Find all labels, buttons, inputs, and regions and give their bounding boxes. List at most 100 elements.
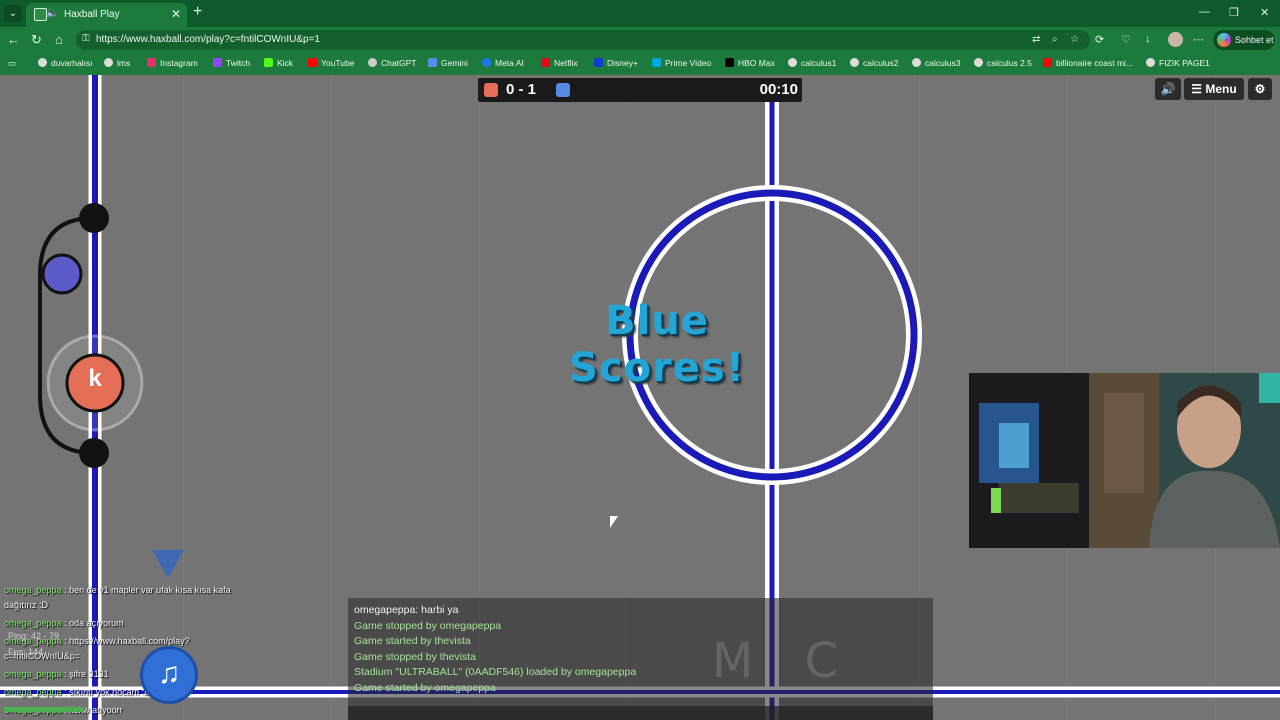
chat-message: Game stopped by thevista (354, 651, 476, 663)
bookmark-item[interactable]: FIZIK PAGE1 (1146, 58, 1210, 68)
chat-message: Game stopped by omegapeppa (354, 620, 502, 632)
menu-button[interactable]: ☰ Menu (1184, 78, 1244, 100)
hamburger-icon: ☰ (1191, 82, 1206, 96)
disney-plus-icon (594, 58, 603, 67)
player-avatar-letter: k (88, 365, 102, 392)
blue-player (41, 253, 83, 295)
blue-team-indicator (556, 83, 570, 97)
bookmark-item[interactable]: HBO Max (725, 58, 775, 68)
stream-chat-line: omega_peppa : ben de v1 mapler var ufak … (4, 585, 231, 595)
back-button[interactable]: ← (7, 32, 20, 47)
bookmark-item[interactable]: calculus3 (912, 58, 960, 68)
bookmark-item[interactable]: calculus1 (788, 58, 836, 68)
scoreboard: 0 - 1 00:10 (478, 78, 802, 102)
goal-announcement-line2: Scores! (569, 345, 745, 391)
profile-avatar[interactable] (1168, 32, 1183, 47)
goal-post (79, 438, 109, 468)
copilot-icon (1217, 33, 1231, 47)
globe-icon (1146, 58, 1155, 67)
bookmark-item[interactable]: ChatGPT (368, 58, 416, 68)
chat-message: Game started by omegapeppa (354, 682, 496, 694)
ping-readout: Ping: 42 - 79 (8, 631, 60, 641)
speaker-icon[interactable]: 🔈 (46, 8, 58, 19)
kick-icon (264, 58, 273, 67)
browser-essentials-icon[interactable]: ♡ (1121, 33, 1131, 46)
bookmark-item[interactable]: billionaire coast mi... (1043, 58, 1133, 68)
red-team-indicator (484, 83, 498, 97)
bookmarks-bar: ▭ duvarhalısı lms Instagram Twitch Kick … (0, 53, 1280, 75)
tab-list-button[interactable]: ⌄ (4, 5, 22, 22)
copilot-label: Sohbet et (1235, 35, 1274, 45)
netflix-icon (541, 58, 550, 67)
globe-icon (974, 58, 983, 67)
favorite-star-icon[interactable]: ☆ (1070, 34, 1079, 45)
bookmark-item[interactable]: duvarhalısı (38, 58, 93, 68)
webcam-overlay (969, 373, 1280, 548)
bookmark-item[interactable]: calculus2 (850, 58, 898, 68)
bookmark-item[interactable]: Instagram (147, 58, 198, 68)
meta-ai-icon (482, 58, 491, 67)
chat-input[interactable] (348, 706, 933, 720)
goal-post (79, 203, 109, 233)
hbo-max-icon (725, 58, 734, 67)
maximize-button[interactable]: ❐ (1229, 6, 1239, 19)
prime-video-icon (652, 58, 661, 67)
game-canvas[interactable]: k 0 - 1 00:10 🔊 ☰ Menu ⚙ Blue Scores! om… (0, 75, 1280, 720)
sidebar-toggle-icon[interactable]: ▭ (8, 58, 16, 69)
tab-title: Haxball Play (64, 9, 120, 20)
bookmark-item[interactable]: Disney+ (594, 58, 638, 68)
address-bar[interactable]: ⚿ https://www.haxball.com/play?c=fntilCO… (76, 30, 1090, 50)
youtube-icon (1043, 58, 1052, 67)
goal-announcement-line1: Blue (605, 298, 709, 344)
bookmark-item[interactable]: lms (104, 58, 130, 68)
close-window-button[interactable]: ✕ (1260, 6, 1269, 19)
direction-marker-icon (152, 550, 184, 578)
bookmark-item[interactable]: Kick (264, 58, 293, 68)
minimize-button[interactable]: — (1199, 6, 1210, 18)
tab-haxball[interactable]: 🔈 Haxball Play ✕ (26, 3, 187, 27)
globe-icon (850, 58, 859, 67)
bookmark-item[interactable]: Netflix (541, 58, 578, 68)
mouse-cursor-icon (610, 516, 618, 528)
stream-chat-line: omega_peppa : şifre 3131 (4, 669, 109, 679)
copilot-button[interactable]: Sohbet et (1213, 30, 1275, 50)
chat-message: omegapeppa: harbi ya (354, 604, 459, 616)
goal-announcement: Blue Scores! (552, 298, 762, 392)
globe-icon (104, 58, 113, 67)
bookmark-item[interactable]: Twitch (213, 58, 250, 68)
zoom-icon[interactable]: ⌕ (1052, 34, 1058, 45)
gemini-icon (428, 58, 437, 67)
bookmark-item[interactable]: calculus 2.5 (974, 58, 1032, 68)
translate-icon[interactable]: ⇄ (1032, 34, 1040, 45)
tab-bar: ⌄ 🔈 Haxball Play ✕ + — ❐ ✕ (0, 0, 1280, 27)
instagram-icon (147, 58, 156, 67)
downloads-icon[interactable]: ↓ (1145, 33, 1151, 45)
youtube-icon (308, 58, 317, 67)
browser-toolbar: ← ↻ ⌂ ⚿ https://www.haxball.com/play?c=f… (0, 27, 1280, 53)
score-text: 0 - 1 (506, 81, 537, 98)
home-button[interactable]: ⌂ (55, 32, 63, 47)
chatgpt-icon (368, 58, 377, 67)
speaker-icon: 🔊 (1160, 82, 1176, 96)
stream-progress-bar (4, 707, 84, 712)
more-options-icon[interactable]: ⋯ (1193, 33, 1204, 46)
bookmark-item[interactable]: Meta AI (482, 58, 524, 68)
site-info-icon[interactable]: ⚿ (82, 33, 90, 44)
webcam-image (969, 373, 1280, 548)
bookmark-item[interactable]: Gemini (428, 58, 468, 68)
reload-button[interactable]: ↻ (31, 32, 42, 48)
settings-button[interactable]: ⚙ (1248, 78, 1272, 100)
new-tab-button[interactable]: + (193, 3, 202, 21)
bookmark-item[interactable]: YouTube (308, 58, 354, 68)
music-note-icon[interactable]: ♫ (140, 646, 198, 704)
sound-toggle-button[interactable]: 🔊 (1155, 78, 1181, 100)
chat-message: Stadium "ULTRABALL" (0AADF546) loaded by… (354, 666, 637, 678)
twitch-icon (213, 58, 222, 67)
menu-label: Menu (1205, 82, 1237, 96)
watermark-logo: M C (712, 633, 857, 689)
gear-icon: ⚙ (1254, 82, 1266, 96)
app-window: ⌄ 🔈 Haxball Play ✕ + — ❐ ✕ ← ↻ ⌂ ⚿ https… (0, 0, 1280, 720)
extensions-icon[interactable]: ⟳ (1095, 33, 1104, 46)
bookmark-item[interactable]: Prime Video (652, 58, 711, 68)
close-tab-icon[interactable]: ✕ (171, 7, 181, 21)
